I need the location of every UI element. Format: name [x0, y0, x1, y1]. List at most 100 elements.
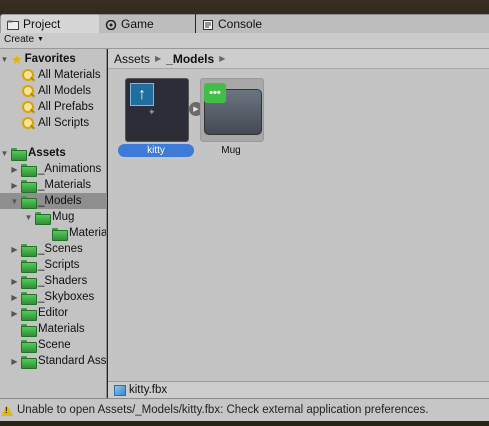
tree-item-animations[interactable]: ▶ _Animations [10, 161, 101, 177]
tree-item-label: Standard Assets [38, 355, 107, 367]
expand-arrow-icon[interactable]: ▼ [0, 149, 9, 158]
folder-icon [21, 163, 37, 177]
tree-item-scenes[interactable]: ▶ _Scenes [10, 241, 83, 257]
asset-browser: Assets ▶ _Models ▶ ↑ ✦ ▶ kitty ••• Mug k… [108, 49, 489, 398]
tree-item-root-materials[interactable]: Materials [21, 321, 85, 337]
console-icon [202, 19, 214, 30]
star-icon: ★ [11, 51, 23, 67]
tree-item-skyboxes[interactable]: ▶ _Skyboxes [10, 289, 94, 305]
tab-console-label: Console [218, 17, 263, 31]
tree-item-label: Mug [52, 211, 75, 223]
tree-item-label: _Shaders [38, 275, 88, 287]
favorite-item-label: All Materials [38, 69, 101, 81]
breadcrumb-separator-icon: ▶ [219, 54, 226, 63]
asset-thumbnail[interactable]: ••• [200, 78, 264, 142]
folder-icon [21, 291, 37, 305]
tab-console[interactable]: Console [196, 14, 489, 33]
favorite-item-label: All Models [38, 85, 92, 97]
game-icon [105, 19, 117, 31]
favorite-item-label: All Prefabs [38, 101, 94, 113]
expand-arrow-icon[interactable]: ▶ [10, 309, 19, 318]
favorite-item-all-prefabs[interactable]: All Prefabs [22, 99, 94, 115]
window-bottom-edge [0, 421, 489, 426]
expand-arrow-icon[interactable]: ▶ [10, 245, 19, 254]
tree-item-scene[interactable]: Scene [21, 337, 71, 353]
folder-icon [21, 243, 37, 257]
favorites-header[interactable]: ▼ ★ Favorites [0, 51, 76, 67]
selected-path-bar: kitty.fbx [108, 381, 489, 398]
status-message: Unable to open Assets/_Models/kitty.fbx:… [17, 404, 429, 416]
tree-item-label: _Models [38, 195, 82, 207]
window-tab-strip: Project Game Console [0, 0, 489, 33]
tree-item-label: Editor [38, 307, 69, 319]
favorites-label: Favorites [24, 53, 76, 65]
expand-arrow-icon[interactable]: ▼ [24, 213, 33, 222]
search-icon [22, 84, 35, 98]
breadcrumb-root[interactable]: Assets [114, 52, 150, 66]
tree-item-models[interactable]: ▼ _Models [0, 193, 106, 209]
fbx-file-icon [114, 384, 126, 396]
tab-game-label: Game [121, 17, 154, 31]
folder-icon [21, 179, 37, 193]
tab-project[interactable]: Project [0, 14, 108, 33]
warning-icon [1, 404, 13, 416]
tree-item-standard-assets[interactable]: ▶ Standard Assets [10, 353, 107, 369]
search-icon [22, 68, 35, 82]
expand-arrow-icon[interactable]: ▶ [10, 357, 19, 366]
tree-item-label: _Skyboxes [38, 291, 95, 303]
tree-item-scripts[interactable]: _Scripts [21, 257, 80, 273]
selected-file-name: kitty.fbx [129, 384, 168, 396]
model-preview-icon: ✦ [148, 107, 156, 117]
folder-icon [35, 211, 51, 225]
prefab-icon: ••• [204, 83, 226, 103]
status-bar[interactable]: Unable to open Assets/_Models/kitty.fbx:… [0, 398, 489, 421]
folder-icon [21, 275, 37, 289]
asset-label: kitty [118, 144, 194, 157]
tree-item-label: Materials [69, 227, 107, 239]
create-button[interactable]: Create ▼ [4, 34, 44, 45]
assets-header[interactable]: ▼ Assets [0, 145, 66, 161]
folder-icon [52, 227, 68, 241]
tree-item-label: _Materials [38, 179, 92, 191]
favorite-item-label: All Scripts [38, 117, 90, 129]
assets-label: Assets [28, 147, 66, 159]
breadcrumb-current[interactable]: _Models [166, 52, 214, 66]
tree-item-label: _Animations [38, 163, 102, 175]
folder-icon [21, 195, 37, 209]
tab-game[interactable]: Game [99, 14, 195, 33]
search-icon [22, 116, 35, 130]
expand-arrow-icon[interactable]: ▶ [10, 293, 19, 302]
tree-item-label: Scene [38, 339, 71, 351]
expand-arrow-icon[interactable]: ▶ [10, 181, 19, 190]
project-sidebar: ▼ ★ Favorites All Materials All Models A… [0, 49, 107, 398]
project-toolbar: Create ▼ [0, 33, 489, 49]
tree-item-editor[interactable]: ▶ Editor [10, 305, 68, 321]
folder-icon [21, 339, 37, 353]
folder-icon [21, 307, 37, 321]
create-button-label: Create [4, 34, 35, 45]
asset-label: Mug [221, 145, 241, 156]
tree-item-shaders[interactable]: ▶ _Shaders [10, 273, 87, 289]
tree-item-label: _Scripts [38, 259, 80, 271]
tree-item-mug[interactable]: ▼ Mug [24, 209, 74, 225]
breadcrumb: Assets ▶ _Models ▶ [108, 49, 489, 69]
model-icon: ↑ [130, 83, 154, 106]
folder-icon [21, 259, 37, 273]
tree-item-label: Materials [38, 323, 85, 335]
favorite-item-all-scripts[interactable]: All Scripts [22, 115, 89, 131]
expand-arrow-icon[interactable]: ▼ [0, 55, 9, 64]
search-icon [22, 100, 35, 114]
expand-arrow-icon[interactable]: ▶ [10, 277, 19, 286]
folder-icon [11, 147, 27, 161]
asset-thumbnail[interactable]: ↑ ✦ [125, 78, 189, 142]
favorite-item-all-materials[interactable]: All Materials [22, 67, 101, 83]
expand-arrow-icon[interactable]: ▼ [10, 197, 19, 206]
expand-arrow-icon[interactable]: ▶ [10, 165, 19, 174]
tree-item-materials[interactable]: ▶ _Materials [10, 177, 91, 193]
tree-item-label: _Scenes [38, 243, 83, 255]
breadcrumb-separator-icon: ▶ [155, 54, 162, 63]
favorite-item-all-models[interactable]: All Models [22, 83, 91, 99]
folder-icon [21, 323, 37, 337]
folder-icon [21, 355, 37, 369]
tree-item-mug-materials[interactable]: Materials [52, 225, 107, 241]
